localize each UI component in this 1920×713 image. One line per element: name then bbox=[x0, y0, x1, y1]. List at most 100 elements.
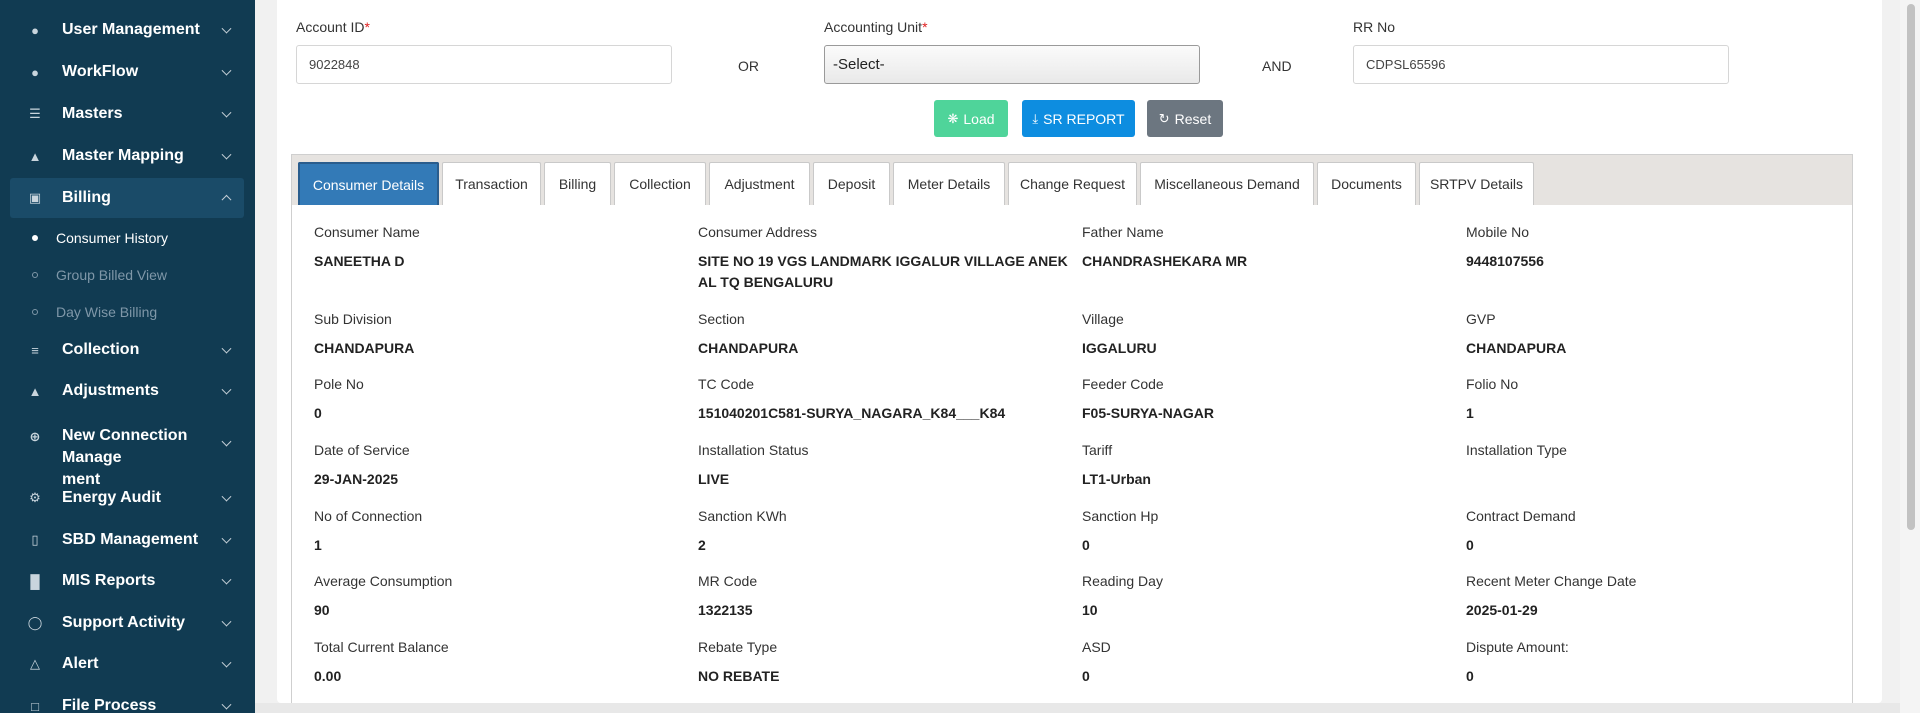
detail-value: 0 bbox=[1082, 537, 1090, 553]
detail-label: Reading Day bbox=[1082, 573, 1163, 589]
accounting-unit-select[interactable]: -Select- bbox=[824, 45, 1200, 84]
bullet-icon bbox=[32, 235, 38, 241]
sidebar-item-label: User Management bbox=[62, 21, 200, 38]
sidebar-item-collection[interactable]: ≡ Collection bbox=[10, 330, 244, 370]
user-icon: ● bbox=[31, 64, 39, 80]
tab-transaction[interactable]: Transaction bbox=[442, 162, 541, 205]
or-label: OR bbox=[738, 58, 759, 74]
sidebar-item-new-connection-management[interactable]: ⊕ New Connection Manage ment bbox=[10, 422, 244, 488]
spinner-icon: ❋ bbox=[947, 110, 959, 126]
detail-value: F05-SURYA-NAGAR bbox=[1082, 405, 1214, 421]
mobile-icon: ▯ bbox=[31, 532, 39, 547]
tab-billing[interactable]: Billing bbox=[544, 162, 611, 205]
sidebar-item-file-process[interactable]: □ File Process bbox=[10, 686, 244, 713]
tab-srtpv-details[interactable]: SRTPV Details bbox=[1419, 162, 1534, 205]
detail-label: Rebate Type bbox=[698, 639, 778, 655]
detail-label: Installation Type bbox=[1466, 442, 1567, 458]
sidebar-item-energy-audit[interactable]: ⚙ Energy Audit bbox=[10, 478, 244, 518]
tab-collection[interactable]: Collection bbox=[614, 162, 706, 205]
sidebar-item-label: Support Activity bbox=[62, 614, 185, 631]
sidebar-item-label: File Process bbox=[62, 697, 157, 713]
detail-value: 1322135 bbox=[698, 602, 753, 618]
tab-deposit[interactable]: Deposit bbox=[813, 162, 890, 205]
sidebar-item-user-management[interactable]: ● User Management bbox=[10, 10, 244, 50]
detail-label: ASD bbox=[1082, 639, 1111, 655]
bullet-icon bbox=[32, 309, 38, 315]
load-button[interactable]: ❋ Load bbox=[934, 100, 1008, 137]
detail-label: Pole No bbox=[314, 376, 364, 392]
tab-miscellaneous-demand[interactable]: Miscellaneous Demand bbox=[1140, 162, 1314, 205]
detail-label: Date of Service bbox=[314, 442, 410, 458]
sidebar-item-adjustments[interactable]: ▲ Adjustments bbox=[10, 371, 244, 411]
bullet-icon bbox=[32, 272, 38, 278]
detail-value: SANEETHA D bbox=[314, 253, 405, 269]
detail-label: Sub Division bbox=[314, 311, 392, 327]
detail-label: Folio No bbox=[1466, 376, 1519, 392]
download-circle-icon: ⤓ bbox=[1032, 110, 1039, 126]
detail-label: Tariff bbox=[1082, 442, 1113, 458]
detail-value: 90 bbox=[314, 602, 330, 618]
user-icon: ● bbox=[31, 22, 39, 38]
accounting-unit-label: Accounting Unit* bbox=[824, 19, 928, 35]
sidebar-subitem-group-billed-view[interactable]: Group Billed View bbox=[32, 261, 167, 289]
detail-label: Total Current Balance bbox=[314, 639, 449, 655]
bar-chart-icon: █ bbox=[30, 573, 40, 589]
reset-button[interactable]: ↻ Reset bbox=[1147, 100, 1223, 137]
detail-value: SITE NO 19 VGS LANDMARK IGGALUR VILLAGE … bbox=[698, 251, 1068, 293]
detail-value: 0 bbox=[1466, 537, 1474, 553]
sitemap-icon: ▲ bbox=[28, 148, 42, 164]
detail-label: Section bbox=[698, 311, 745, 327]
rr-no-input[interactable]: CDPSL65596 bbox=[1353, 45, 1729, 84]
detail-value: LIVE bbox=[698, 471, 730, 487]
detail-label: Consumer Name bbox=[314, 224, 420, 240]
sidebar-item-masters[interactable]: ☰ Masters bbox=[10, 94, 244, 134]
tab-meter-details[interactable]: Meter Details bbox=[893, 162, 1005, 205]
detail-label: GVP bbox=[1466, 311, 1496, 327]
account-id-input[interactable]: 9022848 bbox=[296, 45, 672, 84]
detail-value: IGGALURU bbox=[1082, 340, 1157, 356]
sidebar-item-mis-reports[interactable]: █ MIS Reports bbox=[10, 561, 244, 601]
detail-label: Average Consumption bbox=[314, 573, 453, 589]
horizontal-scrollbar[interactable] bbox=[255, 703, 1900, 713]
detail-label: Feeder Code bbox=[1082, 376, 1164, 392]
tab-documents[interactable]: Documents bbox=[1317, 162, 1416, 205]
tab-change-request[interactable]: Change Request bbox=[1008, 162, 1137, 205]
sidebar-item-workflow[interactable]: ● WorkFlow bbox=[10, 52, 244, 92]
sidebar-item-billing[interactable]: ▣ Billing bbox=[10, 178, 244, 218]
detail-label: MR Code bbox=[698, 573, 758, 589]
sidebar-item-alert[interactable]: △ Alert bbox=[10, 644, 244, 684]
and-label: AND bbox=[1262, 58, 1292, 74]
detail-value: LT1-Urban bbox=[1082, 471, 1151, 487]
headset-icon: ◯ bbox=[27, 615, 43, 630]
sidebar-subitem-day-wise-billing[interactable]: Day Wise Billing bbox=[32, 298, 157, 326]
sidebar-item-master-mapping[interactable]: ▲ Master Mapping bbox=[10, 136, 244, 176]
detail-label: Dispute Amount: bbox=[1466, 639, 1569, 655]
tab-bar: Consumer Details Transaction Billing Col… bbox=[292, 155, 1852, 205]
cogs-icon: ⚙ bbox=[29, 490, 41, 505]
sidebar-item-label: MIS Reports bbox=[62, 572, 156, 589]
sidebar-subitem-consumer-history[interactable]: Consumer History bbox=[32, 224, 168, 252]
tab-adjustment[interactable]: Adjustment bbox=[709, 162, 810, 205]
sidebar-item-sbd-management[interactable]: ▯ SBD Management bbox=[10, 520, 244, 560]
sr-report-button[interactable]: ⤓ SR REPORT bbox=[1022, 100, 1135, 137]
list-icon: ≡ bbox=[31, 342, 39, 358]
details-panel: Consumer Details Transaction Billing Col… bbox=[291, 154, 1853, 713]
detail-value: 2 bbox=[698, 537, 706, 553]
detail-label: Mobile No bbox=[1466, 224, 1530, 240]
sidebar-item-label: Masters bbox=[62, 105, 123, 122]
detail-label: Father Name bbox=[1082, 224, 1164, 240]
sidebar-item-label: Adjustments bbox=[62, 382, 159, 399]
sidebar-subitem-label: Day Wise Billing bbox=[56, 304, 158, 320]
tab-consumer-details[interactable]: Consumer Details bbox=[298, 162, 439, 205]
detail-value: 1 bbox=[314, 537, 322, 553]
sidebar-item-label: Alert bbox=[62, 655, 99, 672]
users-icon: ▲ bbox=[28, 383, 42, 399]
detail-value-line1: SITE NO 19 VGS LANDMARK IGGALUR VILLAGE … bbox=[698, 253, 1068, 269]
plus-circle-icon: ⊕ bbox=[29, 429, 41, 444]
sidebar-item-label: SBD Management bbox=[62, 531, 199, 548]
vertical-scrollbar[interactable] bbox=[1900, 0, 1920, 713]
detail-value: 0.00 bbox=[314, 668, 342, 684]
sidebar-item-support-activity[interactable]: ◯ Support Activity bbox=[10, 603, 244, 643]
detail-value: 0 bbox=[1082, 668, 1090, 684]
scrollbar-thumb[interactable] bbox=[1907, 4, 1915, 530]
